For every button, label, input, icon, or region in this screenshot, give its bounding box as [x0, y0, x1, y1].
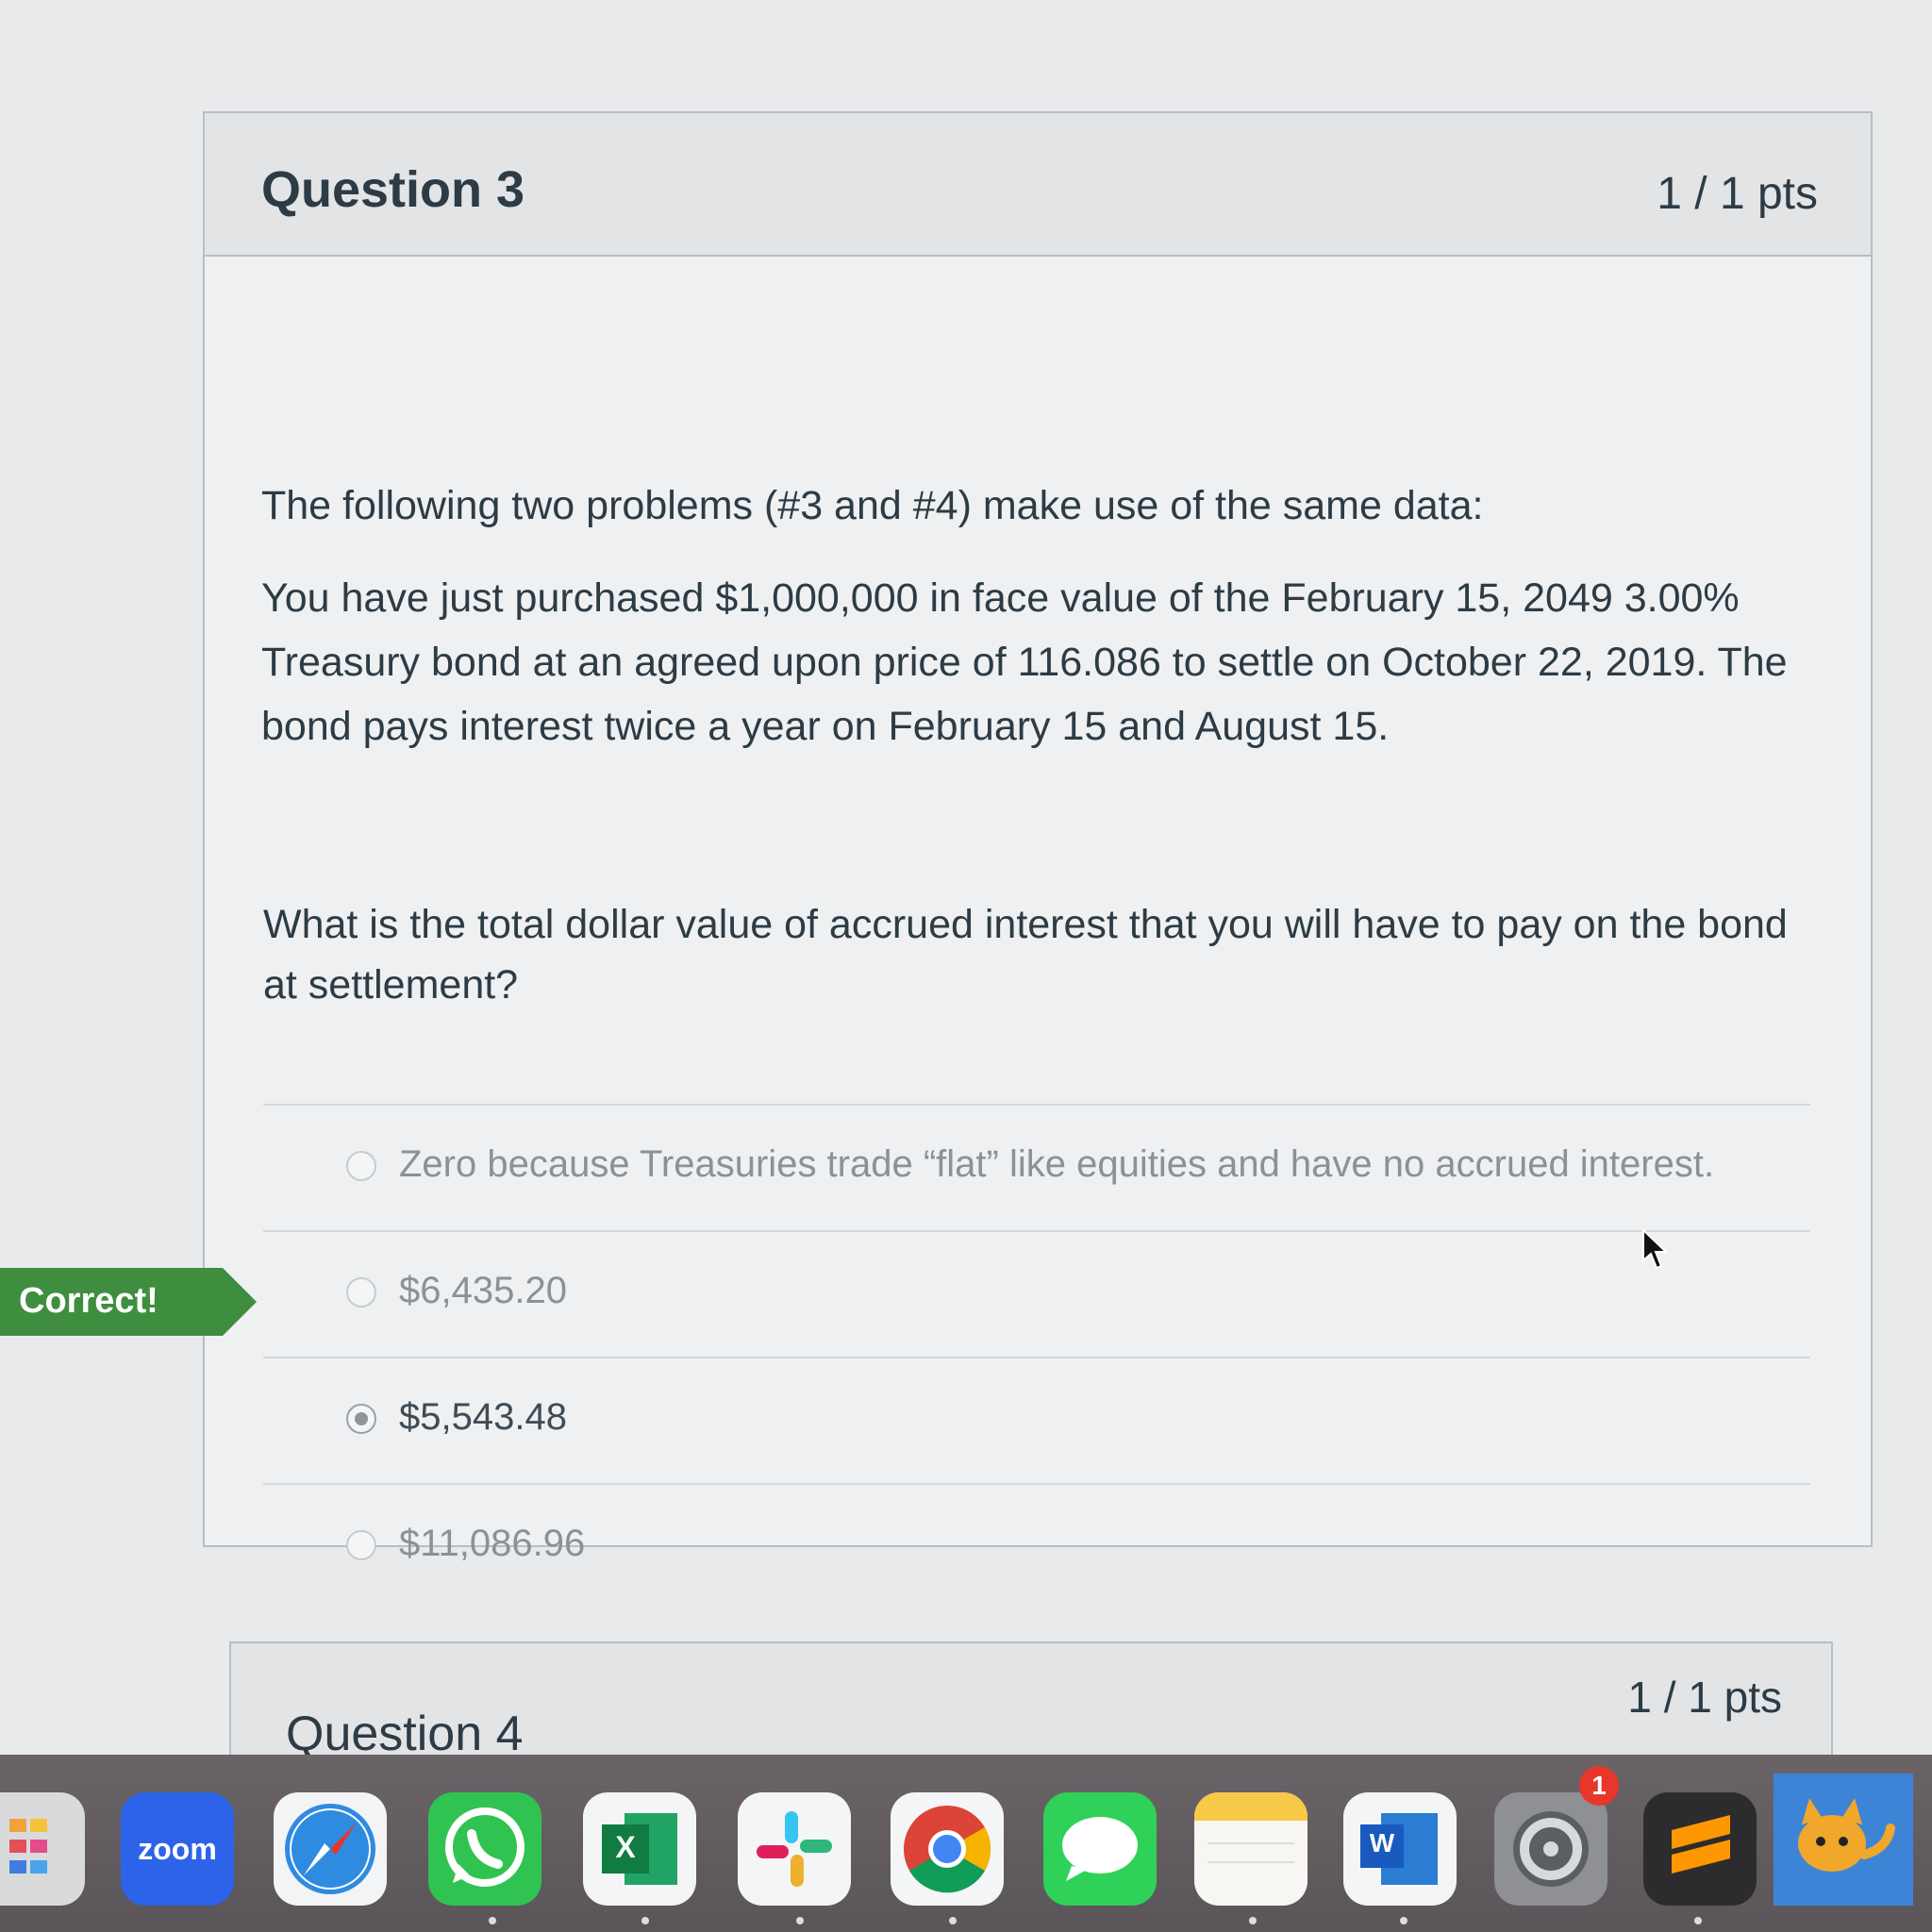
answer-option[interactable]: $6,435.20: [263, 1232, 1810, 1358]
messages-app-icon[interactable]: [1043, 1792, 1157, 1906]
correct-label: Correct!: [19, 1281, 158, 1321]
whatsapp-app-icon[interactable]: [428, 1792, 541, 1906]
answer-label: $5,543.48: [399, 1396, 567, 1438]
radio-button[interactable]: [346, 1277, 376, 1307]
radio-button-selected[interactable]: [346, 1404, 376, 1434]
question-3-card: Question 3 1 / 1 pts The following two p…: [203, 111, 1873, 1564]
notes-app-icon[interactable]: [1194, 1792, 1307, 1906]
radio-button[interactable]: [346, 1151, 376, 1181]
screen: Question 3 1 / 1 pts The following two p…: [0, 0, 1932, 1932]
word-letter: W: [1369, 1828, 1395, 1857]
mouse-cursor-icon: [1641, 1227, 1669, 1274]
sublime-app-icon[interactable]: [1643, 1792, 1757, 1906]
dock-running-dot: [489, 1917, 496, 1924]
cat-app-icon[interactable]: [1774, 1774, 1913, 1906]
dock-running-dot: [796, 1917, 804, 1924]
zoom-app-icon[interactable]: zoom: [121, 1792, 234, 1906]
correct-flag: Correct!: [0, 1268, 257, 1336]
answer-label: $11,086.96: [399, 1523, 586, 1564]
notification-badge: 1: [1579, 1766, 1619, 1806]
question-header: Question 3 1 / 1 pts: [205, 113, 1871, 257]
question-points: 1 / 1 pts: [1657, 169, 1818, 219]
system-settings-icon[interactable]: [1494, 1792, 1607, 1906]
dock-running-dot: [1249, 1917, 1257, 1924]
question-passage: You have just purchased $1,000,000 in fa…: [261, 575, 1788, 749]
answer-option-selected[interactable]: $5,543.48: [263, 1358, 1810, 1485]
dock-running-dot: [1694, 1917, 1702, 1924]
chrome-app-icon[interactable]: [891, 1792, 1004, 1906]
excel-letter: X: [615, 1830, 636, 1864]
question-prompt: What is the total dollar value of accrue…: [263, 902, 1788, 1008]
slack-app-icon[interactable]: [738, 1792, 851, 1906]
dock-running-dot: [949, 1917, 957, 1924]
dock-running-dot: [1400, 1917, 1407, 1924]
launchpad-icon[interactable]: [0, 1792, 85, 1906]
dock: zoom X W: [0, 1755, 1932, 1932]
answer-option[interactable]: Zero because Treasuries trade “flat” lik…: [263, 1106, 1810, 1232]
excel-app-icon[interactable]: X: [583, 1792, 696, 1906]
radio-button[interactable]: [346, 1530, 376, 1560]
answer-label: $6,435.20: [399, 1270, 567, 1311]
zoom-label: zoom: [138, 1832, 217, 1866]
dock-running-dot: [641, 1917, 649, 1924]
answer-label: Zero because Treasuries trade “flat” lik…: [399, 1143, 1715, 1185]
answer-list: Zero because Treasuries trade “flat” lik…: [263, 1104, 1810, 1609]
question-title: Question 4: [286, 1707, 524, 1761]
safari-app-icon[interactable]: [274, 1792, 387, 1906]
answer-option[interactable]: $11,086.96: [263, 1485, 1810, 1609]
word-app-icon[interactable]: W: [1343, 1792, 1457, 1906]
question-points: 1 / 1 pts: [1627, 1673, 1782, 1722]
question-intro: The following two problems (#3 and #4) m…: [261, 483, 1484, 528]
question-title: Question 3: [261, 161, 525, 218]
